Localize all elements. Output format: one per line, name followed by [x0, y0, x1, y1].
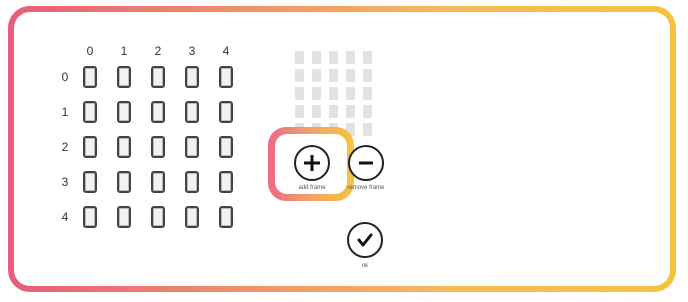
frame-cell[interactable] [219, 66, 233, 88]
preview-cell [329, 69, 338, 82]
frame-cell[interactable] [117, 171, 131, 193]
column-label: 1 [120, 44, 128, 58]
preview-cell [346, 51, 355, 64]
preview-cell [346, 69, 355, 82]
frame-cell[interactable] [185, 206, 199, 228]
frame-cell[interactable] [117, 206, 131, 228]
minus-icon [359, 161, 373, 165]
ok-button[interactable] [347, 222, 383, 258]
preview-cell [295, 87, 304, 100]
preview-cell [363, 123, 372, 136]
frame-cell[interactable] [151, 206, 165, 228]
preview-cell [363, 87, 372, 100]
preview-cell [312, 87, 321, 100]
row-label: 3 [61, 175, 69, 189]
frame-cell[interactable] [185, 66, 199, 88]
preview-cell [329, 105, 338, 118]
frame-cell[interactable] [83, 66, 97, 88]
plus-icon [304, 155, 320, 171]
frame-cell[interactable] [151, 171, 165, 193]
frame-cell[interactable] [83, 101, 97, 123]
frame-cell[interactable] [83, 206, 97, 228]
add-frame-label: add frame [298, 185, 326, 191]
row-label: 4 [61, 210, 69, 224]
ok-label: ok [361, 263, 369, 269]
column-label: 3 [188, 44, 196, 58]
frame-cell[interactable] [151, 101, 165, 123]
frame-cell[interactable] [117, 66, 131, 88]
preview-cell [346, 87, 355, 100]
preview-cell [312, 69, 321, 82]
preview-cell [363, 105, 372, 118]
row-label: 1 [61, 105, 69, 119]
preview-cell [295, 69, 304, 82]
frame-cell[interactable] [185, 171, 199, 193]
row-label: 0 [61, 70, 69, 84]
preview-cell [329, 87, 338, 100]
preview-cell [346, 105, 355, 118]
frame-cell[interactable] [219, 171, 233, 193]
preview-cell [312, 51, 321, 64]
preview-cell [312, 105, 321, 118]
preview-cell [329, 51, 338, 64]
preview-cell [295, 105, 304, 118]
add-frame-button[interactable] [294, 145, 330, 181]
frame-cell[interactable] [151, 66, 165, 88]
frame-cell[interactable] [117, 136, 131, 158]
preview-cell [295, 51, 304, 64]
panel: 0 1 2 3 4 0 1 2 3 4 add frame remove fra… [14, 12, 670, 286]
preview-cell [363, 69, 372, 82]
frame-cell[interactable] [83, 136, 97, 158]
frame-cell[interactable] [83, 171, 97, 193]
preview-cell [363, 51, 372, 64]
column-label: 2 [154, 44, 162, 58]
frame-cell[interactable] [117, 101, 131, 123]
frame-cell[interactable] [185, 136, 199, 158]
frame-cell[interactable] [219, 101, 233, 123]
column-label: 4 [222, 44, 230, 58]
column-label: 0 [86, 44, 94, 58]
row-label: 2 [61, 140, 69, 154]
frame-cell[interactable] [219, 206, 233, 228]
highlight-frame: 0 1 2 3 4 0 1 2 3 4 add frame remove fra… [8, 6, 676, 292]
frame-cell[interactable] [151, 136, 165, 158]
remove-frame-label: remove frame [347, 185, 385, 191]
checkmark-icon [357, 233, 373, 247]
frame-cell[interactable] [185, 101, 199, 123]
frame-cell[interactable] [219, 136, 233, 158]
remove-frame-button[interactable] [348, 145, 384, 181]
